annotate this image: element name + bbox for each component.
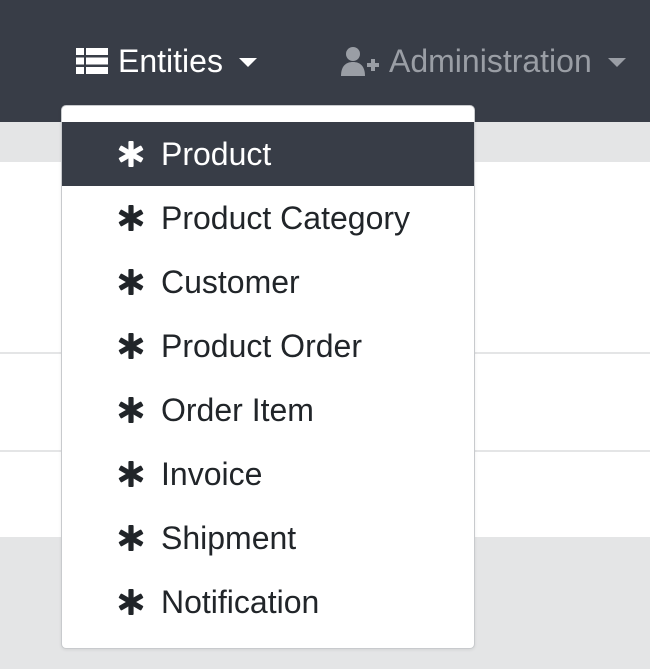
menu-item-label: Order Item (161, 392, 314, 428)
caret-down-icon (607, 57, 626, 67)
asterisk-icon (116, 203, 146, 233)
menu-item-order-item[interactable]: Order Item (62, 378, 474, 442)
asterisk-icon (116, 139, 146, 169)
asterisk-icon (116, 395, 146, 425)
menu-item-label: Product Category (161, 200, 411, 236)
menu-item-notification[interactable]: Notification (62, 570, 474, 634)
user-plus-icon (341, 46, 379, 76)
menu-item-product[interactable]: Product (62, 122, 474, 186)
asterisk-icon (116, 459, 146, 489)
menu-item-product-category[interactable]: Product Category (62, 186, 474, 250)
menu-item-label: Invoice (161, 456, 263, 492)
menu-item-label: Shipment (161, 520, 297, 556)
asterisk-icon (116, 587, 146, 617)
entities-dropdown-toggle[interactable]: Entities (76, 38, 257, 84)
asterisk-icon (116, 267, 146, 297)
menu-item-shipment[interactable]: Shipment (62, 506, 474, 570)
administration-dropdown-toggle[interactable]: Administration (341, 38, 626, 84)
menu-item-product-order[interactable]: Product Order (62, 314, 474, 378)
menu-item-label: Product (161, 136, 272, 172)
menu-item-label: Customer (161, 264, 300, 300)
asterisk-icon (116, 331, 146, 361)
top-navbar: Entities Administration (0, 0, 650, 122)
caret-down-icon (238, 57, 257, 67)
entities-label: Entities (118, 42, 223, 79)
entities-dropdown-menu: Product Product Category Customer Produc… (61, 105, 475, 649)
menu-item-label: Product Order (161, 328, 362, 364)
list-icon (76, 48, 108, 74)
asterisk-icon (116, 523, 146, 553)
menu-item-invoice[interactable]: Invoice (62, 442, 474, 506)
administration-label: Administration (389, 42, 592, 79)
menu-item-customer[interactable]: Customer (62, 250, 474, 314)
menu-item-label: Notification (161, 584, 320, 620)
